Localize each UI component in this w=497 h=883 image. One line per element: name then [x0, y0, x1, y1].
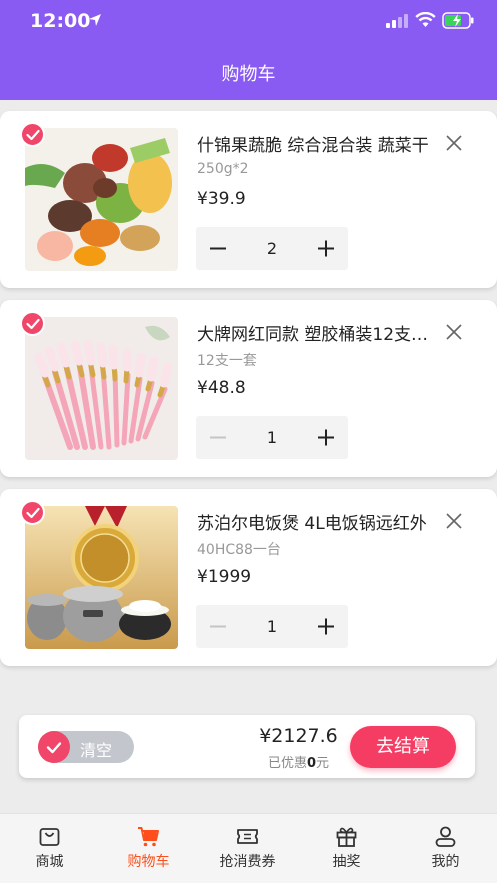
increase-quantity-button[interactable] [304, 605, 348, 648]
cellular-signal-icon [386, 14, 408, 28]
decrease-quantity-button[interactable] [196, 416, 240, 459]
battery-charging-icon [442, 12, 474, 29]
plus-icon [318, 618, 334, 635]
cart-icon [138, 827, 159, 847]
item-checkbox[interactable] [20, 500, 45, 525]
increase-quantity-button[interactable] [304, 416, 348, 459]
cart-item-card: 大牌网红同款 塑胶桶装12支化妆刷 12支一套 ¥48.8 1 [0, 300, 497, 477]
plus-icon [318, 240, 334, 257]
product-name: 大牌网红同款 塑胶桶装12支化妆刷 [197, 325, 439, 345]
select-all-checkbox[interactable] [38, 731, 70, 763]
discount-text: 已优惠0元 [251, 752, 346, 771]
decrease-quantity-button[interactable] [196, 227, 240, 270]
checkmark-icon [25, 129, 40, 140]
quantity-stepper: 1 [196, 605, 348, 648]
product-name: 什锦果蔬脆 综合混合装 蔬菜干 [197, 136, 429, 156]
rice-cooker-illustration [25, 506, 178, 649]
checkout-button[interactable]: 去结算 [350, 726, 456, 768]
cart-item-card: 什锦果蔬脆 综合混合装 蔬菜干 250g*2 ¥39.9 2 [0, 111, 497, 288]
tab-label: 商城 [35, 854, 64, 870]
checkmark-icon [46, 741, 62, 753]
quantity-value[interactable]: 2 [240, 227, 304, 270]
page-title: 购物车 [221, 64, 276, 85]
quantity-stepper: 2 [196, 227, 348, 270]
tab-label: 我的 [431, 854, 460, 870]
total-price: ¥2127.6 [259, 725, 338, 747]
product-spec: 250g*2 [197, 161, 249, 177]
tab-coupons[interactable]: 抢消费券 [198, 814, 297, 883]
location-arrow-icon [89, 14, 101, 26]
product-image-rice-cooker[interactable] [25, 506, 178, 649]
checkmark-icon [25, 318, 40, 329]
shopping-bag-icon [39, 828, 60, 846]
item-checkbox[interactable] [20, 122, 45, 147]
remove-item-close-icon[interactable] [444, 133, 464, 153]
tab-lottery[interactable]: 抽奖 [297, 814, 396, 883]
decrease-quantity-button[interactable] [196, 605, 240, 648]
clear-cart-button[interactable]: 清空 [38, 731, 134, 763]
discount-suffix: 元 [316, 756, 330, 771]
plus-icon [318, 429, 334, 446]
minus-icon [210, 436, 226, 439]
clear-cart-label: 清空 [80, 741, 113, 760]
item-checkbox[interactable] [20, 311, 45, 336]
increase-quantity-button[interactable] [304, 227, 348, 270]
product-price: ¥48.8 [197, 378, 246, 398]
quantity-value[interactable]: 1 [240, 605, 304, 648]
product-spec: 12支一套 [197, 353, 257, 369]
remove-item-close-icon[interactable] [444, 511, 464, 531]
makeup-brushes-illustration [25, 317, 178, 460]
gift-icon [336, 827, 357, 847]
cart-item-card: 苏泊尔电饭煲 4L电饭锅远红外 40HC88一台 ¥1999 1 [0, 489, 497, 666]
discount-value: 0 [306, 756, 317, 771]
minus-icon [210, 247, 226, 250]
user-icon [435, 826, 456, 847]
quantity-stepper: 1 [196, 416, 348, 459]
tab-label: 购物车 [127, 854, 170, 870]
wifi-icon [415, 12, 436, 27]
tab-label: 抢消费券 [219, 854, 276, 870]
remove-item-close-icon[interactable] [444, 322, 464, 342]
quantity-value[interactable]: 1 [240, 416, 304, 459]
cart-summary-bar: 清空 ¥2127.6 已优惠0元 去结算 [19, 715, 475, 778]
tab-mall[interactable]: 商城 [0, 814, 99, 883]
discount-prefix: 已优惠 [267, 756, 307, 771]
checkmark-icon [25, 507, 40, 518]
product-image-makeup-brushes[interactable] [25, 317, 178, 460]
product-price: ¥1999 [197, 567, 252, 587]
app-header: 12:00 购物车 [0, 0, 497, 100]
dried-chips-illustration [25, 128, 178, 271]
tab-cart[interactable]: 购物车 [99, 814, 198, 883]
product-spec: 40HC88一台 [197, 542, 281, 558]
status-bar: 12:00 [0, 0, 497, 44]
status-time: 12:00 [30, 10, 91, 32]
product-name: 苏泊尔电饭煲 4L电饭锅远红外 [197, 514, 427, 534]
minus-icon [210, 625, 226, 628]
ticket-icon [237, 829, 258, 844]
bottom-tab-bar: 商城 购物车 抢消费券 抽奖 我的 [0, 813, 497, 883]
product-price: ¥39.9 [197, 189, 246, 209]
tab-label: 抽奖 [332, 854, 361, 870]
product-image-dried-chips[interactable] [25, 128, 178, 271]
tab-profile[interactable]: 我的 [396, 814, 495, 883]
